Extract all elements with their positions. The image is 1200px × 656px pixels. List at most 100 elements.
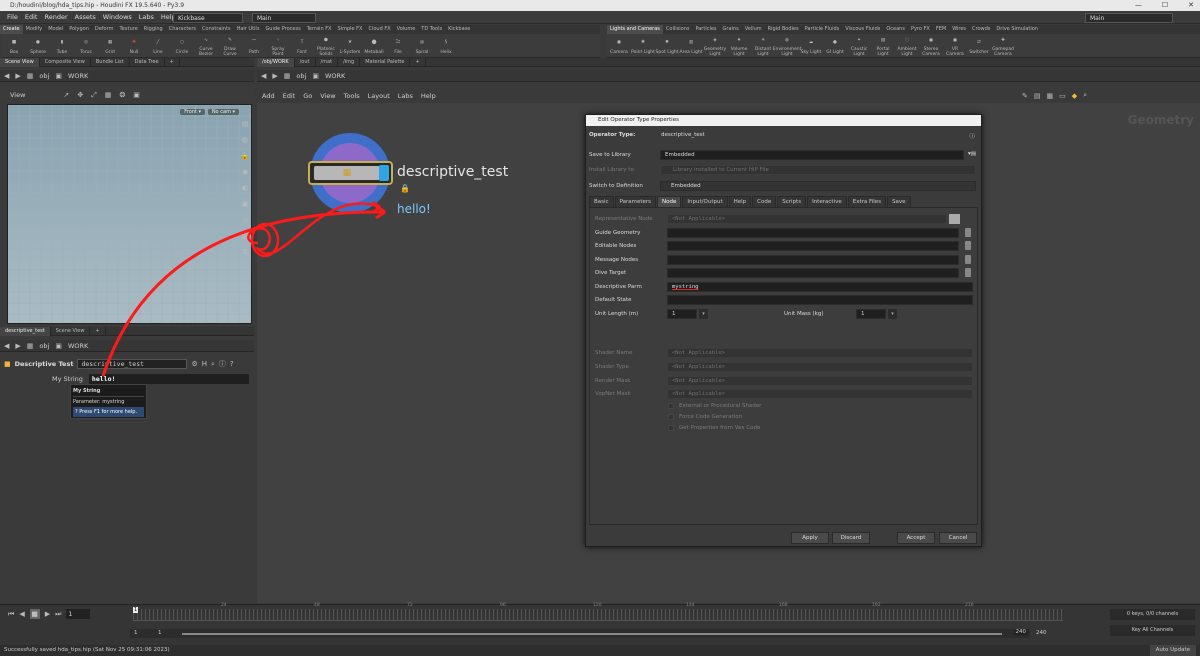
tab-data-tree[interactable]: Data Tree xyxy=(130,57,165,67)
tab-parameters[interactable]: descriptive_test xyxy=(0,326,51,336)
node-body[interactable]: ▦ xyxy=(308,161,393,185)
transform-tool-icon[interactable]: ✥ xyxy=(77,91,83,99)
close-icon[interactable]: ✕ xyxy=(1188,0,1194,11)
view-menu[interactable]: View xyxy=(10,91,25,99)
shelf-tool-vr-camera[interactable]: ◼ VR Camera xyxy=(943,34,967,58)
shelf-tab[interactable]: Simple FX xyxy=(335,25,366,34)
net-menu-add[interactable]: Add xyxy=(262,92,275,100)
desktop-selector[interactable]: Kickbase xyxy=(173,13,243,23)
shelf-tab[interactable]: Collisions xyxy=(663,25,693,34)
shelf-tool-gi-light[interactable]: ● GI Light xyxy=(823,37,847,55)
shelf-tool-draw-curve[interactable]: ✎ Draw Curve xyxy=(218,34,242,58)
display-flag[interactable] xyxy=(379,165,389,181)
shelf-tool-metaball[interactable]: ⬤ Metaball xyxy=(362,37,386,55)
tab-scene-view[interactable]: Scene View xyxy=(0,57,40,67)
jump-end-icon[interactable]: ⏭ xyxy=(55,610,61,619)
shelf-tool-caustic-light[interactable]: ✦ Caustic Light xyxy=(847,34,871,58)
shelf-tool-portal-light[interactable]: ▧ Portal Light xyxy=(871,34,895,58)
menu-file[interactable]: File xyxy=(7,13,18,21)
shelf-tool-distant-light[interactable]: ☀ Distant Light xyxy=(751,34,775,58)
shelf-tab[interactable]: Deform xyxy=(92,25,117,34)
shelf-tab[interactable]: Particle Fluids xyxy=(802,25,843,34)
tab-obj-work[interactable]: /obj/WORK xyxy=(257,57,295,67)
menu-labs[interactable]: Labs xyxy=(139,13,154,21)
shelf-tool-spiral[interactable]: @ Spiral xyxy=(410,37,434,55)
dive-target-field[interactable] xyxy=(667,268,959,278)
shelf-tool-font[interactable]: T Font xyxy=(290,37,314,55)
shelf-tool-geometry-light[interactable]: ◈ Geometry Light xyxy=(703,34,727,58)
tab-scene-view-2[interactable]: Scene View xyxy=(51,326,91,336)
flag-icon[interactable]: ◆ xyxy=(1072,92,1077,100)
shelf-tab[interactable]: Crowds xyxy=(969,25,993,34)
path-work[interactable]: WORK xyxy=(325,72,345,80)
shelf-tab[interactable]: Viscous Fluids xyxy=(842,25,883,34)
display-icon[interactable]: ▣ xyxy=(133,91,140,99)
step-back-icon[interactable]: ◀ xyxy=(19,610,24,618)
vex-props-checkbox[interactable] xyxy=(668,425,674,431)
tab-out[interactable]: /out xyxy=(295,57,316,67)
accept-button[interactable]: Accept xyxy=(897,532,935,544)
tab-material-palette[interactable]: Material Palette xyxy=(360,57,411,67)
default-state-field[interactable] xyxy=(667,295,973,305)
save-library-select[interactable]: Embedded xyxy=(660,150,964,160)
range-end[interactable]: 240 xyxy=(1013,629,1028,635)
shelf-tool-helix[interactable]: § Helix xyxy=(434,37,458,55)
unit-mass-field[interactable]: 1 xyxy=(856,309,886,319)
message-nodes-field[interactable] xyxy=(667,255,959,265)
path-obj[interactable]: obj xyxy=(39,342,49,350)
path-obj[interactable]: obj xyxy=(296,72,306,80)
shelf-tool-curve-bezier[interactable]: ∿ Curve Bezier xyxy=(194,34,218,58)
shelf-tab[interactable]: Particles xyxy=(692,25,719,34)
key-all-channels-button[interactable]: Key All Channels xyxy=(1110,625,1195,636)
notes-icon[interactable]: ▭ xyxy=(1059,92,1066,100)
install-library-select[interactable]: Library installed to Current HIP File xyxy=(660,165,976,175)
unit-mass-dropdown[interactable]: ▾ xyxy=(888,309,897,319)
shelf-tool-sky-light[interactable]: ☁ Sky Light xyxy=(799,37,823,55)
shelf-tab[interactable]: Modify xyxy=(23,25,46,34)
timeline-scrubber[interactable]: 1 xyxy=(133,607,1063,621)
shelf-tool-volume-light[interactable]: ✷ Volume Light xyxy=(727,34,751,58)
discard-button[interactable]: Discard xyxy=(832,532,870,544)
shelf-tab[interactable]: Rigid Bodies xyxy=(765,25,802,34)
net-menu-help[interactable]: Help xyxy=(421,92,436,100)
shelf-tab[interactable]: Rigging xyxy=(141,25,166,34)
shelf-tab[interactable]: Kickbase xyxy=(445,25,473,34)
shelf-tab[interactable]: Oceans xyxy=(883,25,908,34)
jump-start-icon[interactable]: ⏮ xyxy=(8,610,14,619)
menu-edit[interactable]: Edit xyxy=(25,13,38,21)
switch-definition-select[interactable]: Embedded xyxy=(660,181,976,191)
guide-geometry-field[interactable] xyxy=(667,228,959,238)
auto-update-button[interactable]: Auto Update xyxy=(1149,645,1196,656)
editable-nodes-field[interactable] xyxy=(667,241,959,251)
shelf-tool-ambient-light[interactable]: ◌ Ambient Light xyxy=(895,34,919,58)
back-icon[interactable]: ◀ xyxy=(261,72,266,80)
current-frame-field[interactable]: 1 xyxy=(66,609,91,619)
add-tab-icon[interactable]: + xyxy=(165,57,180,67)
shelf-tool-environment-light[interactable]: ◍ Environment Light xyxy=(773,34,802,58)
handle-tool-icon[interactable]: ⤢ xyxy=(91,91,97,100)
shelf-tool-sphere[interactable]: ● Sphere xyxy=(26,37,50,55)
shelf-tab[interactable]: Wires xyxy=(949,25,969,34)
keys-channels-display[interactable]: 0 keys, 0/0 channels xyxy=(1110,609,1195,620)
shelf-tool-stereo-camera[interactable]: ◼ Stereo Camera xyxy=(919,34,943,58)
shelf-tab[interactable]: Texture xyxy=(116,25,140,34)
render-icon[interactable]: ❂ xyxy=(119,91,125,99)
net-menu-tools[interactable]: Tools xyxy=(344,92,360,100)
shelf-tool-spot-light[interactable]: ✹ Spot Light xyxy=(655,37,679,55)
shelf-tool-switcher[interactable]: ⇄ Switcher xyxy=(967,37,991,55)
shelf-tab[interactable]: Pyro FX xyxy=(908,25,933,34)
grid-view-icon[interactable]: ▦ xyxy=(1047,92,1054,100)
shelf-tool-point-light[interactable]: ✺ Point Light xyxy=(631,37,655,55)
end-frame-field[interactable]: 240 xyxy=(1036,630,1047,636)
net-menu-go[interactable]: Go xyxy=(303,92,312,100)
no-cam-button[interactable]: No cam ▾ xyxy=(207,109,239,115)
rep-node-field[interactable]: <Not Applicable> xyxy=(667,214,947,224)
play-icon[interactable]: ▶ xyxy=(45,610,50,618)
shelf-tab[interactable]: Volume xyxy=(394,25,419,34)
tab-composite-view[interactable]: Composite View xyxy=(40,57,91,67)
tab-img[interactable]: /img xyxy=(338,57,361,67)
trash-icon[interactable] xyxy=(965,255,971,264)
descriptive-parm-field[interactable]: mystring xyxy=(667,282,973,292)
net-menu-edit[interactable]: Edit xyxy=(283,92,296,100)
shelf-tab[interactable]: Lights and Cameras xyxy=(607,25,663,34)
